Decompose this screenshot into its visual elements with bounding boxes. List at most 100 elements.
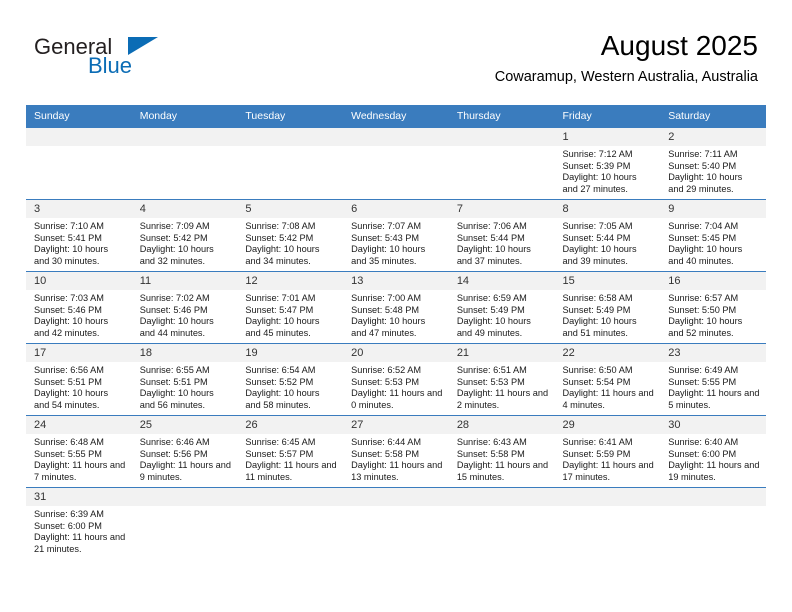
calendar-cell-day[interactable]: 23 Sunrise: 6:49 AM Sunset: 5:55 PM Dayligh… — [660, 343, 766, 416]
calendar-cell-day[interactable]: 18 Sunrise: 6:55 AM Sunset: 5:51 PM Dayligh… — [131, 343, 238, 416]
calendar-cell-day[interactable]: 29 Sunrise: 6:41 AM Sunset: 5:59 PM Dayligh… — [554, 415, 661, 488]
calendar-cell-empty — [554, 487, 661, 560]
sunset-text: Sunset: 5:59 PM — [562, 448, 631, 459]
day-number — [343, 488, 449, 506]
calendar-cell-day[interactable]: 1 Sunrise: 7:12 AM Sunset: 5:39 PM Daylight… — [554, 127, 661, 200]
day-number — [131, 488, 238, 506]
day-number: 2 — [660, 128, 766, 146]
calendar-cell-day[interactable]: 11 Sunrise: 7:02 AM Sunset: 5:46 PM Dayligh… — [131, 271, 238, 344]
sunrise-text: Sunrise: 7:02 AM — [139, 293, 210, 303]
day-details: Sunrise: 6:51 AM Sunset: 5:53 PM Daylight:… — [449, 362, 555, 411]
day-details: Sunrise: 7:03 AM Sunset: 5:46 PM Daylight:… — [26, 290, 132, 339]
calendar-cell-day[interactable]: 8 Sunrise: 7:05 AM Sunset: 5:44 PM Daylight… — [554, 199, 661, 272]
calendar-cell-day[interactable]: 5 Sunrise: 7:08 AM Sunset: 5:42 PM Daylight… — [237, 199, 344, 272]
day-details: Sunrise: 6:41 AM Sunset: 5:59 PM Daylight:… — [555, 434, 661, 483]
sunset-text: Sunset: 5:45 PM — [668, 232, 737, 243]
daylight-text: Daylight: 10 hours and 47 minutes. — [351, 316, 426, 338]
daylight-text: Daylight: 10 hours and 34 minutes. — [245, 244, 320, 266]
day-details: Sunrise: 6:57 AM Sunset: 5:50 PM Daylight:… — [660, 290, 766, 339]
day-number — [343, 128, 449, 146]
calendar-cell-day[interactable]: 4 Sunrise: 7:09 AM Sunset: 5:42 PM Daylight… — [131, 199, 238, 272]
daylight-text: Daylight: 10 hours and 51 minutes. — [562, 316, 637, 338]
daylight-text: Daylight: 10 hours and 37 minutes. — [456, 244, 531, 266]
day-number: 12 — [237, 272, 344, 290]
sunset-text: Sunset: 5:58 PM — [456, 448, 525, 459]
day-details: Sunrise: 7:12 AM Sunset: 5:39 PM Daylight:… — [555, 146, 661, 195]
day-details: Sunrise: 7:10 AM Sunset: 5:41 PM Daylight:… — [26, 218, 132, 267]
calendar-cell-day[interactable]: 7 Sunrise: 7:06 AM Sunset: 5:44 PM Daylight… — [448, 199, 555, 272]
sunrise-text: Sunrise: 7:09 AM — [139, 221, 210, 231]
day-number: 11 — [131, 272, 238, 290]
calendar-cell-day[interactable]: 21 Sunrise: 6:51 AM Sunset: 5:53 PM Dayligh… — [448, 343, 555, 416]
calendar-cell-day[interactable]: 10 Sunrise: 7:03 AM Sunset: 5:46 PM Dayligh… — [26, 271, 132, 344]
daylight-text: Daylight: 11 hours and 21 minutes. — [34, 532, 126, 554]
sunset-text: Sunset: 5:55 PM — [34, 448, 102, 459]
sunset-text: Sunset: 6:00 PM — [34, 520, 102, 531]
calendar-cell-empty — [237, 487, 344, 560]
weekday-header-row: Sunday Monday Tuesday Wednesday Thursday… — [26, 105, 766, 128]
sunset-text: Sunset: 5:39 PM — [562, 160, 631, 171]
day-details: Sunrise: 7:07 AM Sunset: 5:43 PM Daylight:… — [343, 218, 449, 267]
day-details: Sunrise: 6:43 AM Sunset: 5:58 PM Daylight:… — [449, 434, 555, 483]
day-details: Sunrise: 6:58 AM Sunset: 5:49 PM Daylight:… — [555, 290, 661, 339]
weekday-header-sunday: Sunday — [26, 105, 132, 128]
calendar-cell-day[interactable]: 20 Sunrise: 6:52 AM Sunset: 5:53 PM Dayligh… — [343, 343, 449, 416]
daylight-text: Daylight: 11 hours and 2 minutes. — [456, 388, 549, 410]
sunrise-text: Sunrise: 6:56 AM — [34, 365, 104, 375]
calendar-week-row: 1 Sunrise: 7:12 AM Sunset: 5:39 PM Daylight… — [26, 127, 766, 200]
weekday-header-friday: Friday — [554, 105, 661, 128]
calendar-cell-empty — [448, 127, 555, 200]
calendar-cell-day[interactable]: 9 Sunrise: 7:04 AM Sunset: 5:45 PM Daylight… — [660, 199, 766, 272]
day-number: 18 — [131, 344, 238, 362]
daylight-text: Daylight: 11 hours and 17 minutes. — [562, 460, 654, 482]
day-number: 16 — [660, 272, 766, 290]
calendar-cell-day[interactable]: 2 Sunrise: 7:11 AM Sunset: 5:40 PM Daylight… — [660, 127, 766, 200]
calendar-table: Sunday Monday Tuesday Wednesday Thursday… — [26, 105, 766, 560]
calendar-cell-day[interactable]: 14 Sunrise: 6:59 AM Sunset: 5:49 PM Dayligh… — [448, 271, 555, 344]
calendar-cell-day[interactable]: 24 Sunrise: 6:48 AM Sunset: 5:55 PM Dayligh… — [26, 415, 132, 488]
sunset-text: Sunset: 5:50 PM — [668, 304, 737, 315]
calendar-cell-day[interactable]: 19 Sunrise: 6:54 AM Sunset: 5:52 PM Dayligh… — [237, 343, 344, 416]
sunrise-text: Sunrise: 6:58 AM — [562, 293, 633, 303]
daylight-text: Daylight: 10 hours and 42 minutes. — [34, 316, 109, 338]
day-number — [448, 488, 555, 506]
calendar-cell-day[interactable]: 26 Sunrise: 6:45 AM Sunset: 5:57 PM Dayligh… — [237, 415, 344, 488]
day-details: Sunrise: 6:49 AM Sunset: 5:55 PM Daylight:… — [660, 362, 766, 411]
calendar-cell-day[interactable]: 15 Sunrise: 6:58 AM Sunset: 5:49 PM Dayligh… — [554, 271, 661, 344]
calendar-cell-day[interactable]: 22 Sunrise: 6:50 AM Sunset: 5:54 PM Dayligh… — [554, 343, 661, 416]
sunrise-text: Sunrise: 6:49 AM — [668, 365, 739, 375]
calendar-cell-day[interactable]: 3 Sunrise: 7:10 AM Sunset: 5:41 PM Daylight… — [26, 199, 132, 272]
sunset-text: Sunset: 5:54 PM — [562, 376, 631, 387]
daylight-text: Daylight: 10 hours and 39 minutes. — [562, 244, 637, 266]
day-details: Sunrise: 7:01 AM Sunset: 5:47 PM Daylight:… — [237, 290, 343, 339]
calendar-cell-day[interactable]: 30 Sunrise: 6:40 AM Sunset: 6:00 PM Dayligh… — [660, 415, 766, 488]
calendar-cell-day[interactable]: 16 Sunrise: 6:57 AM Sunset: 5:50 PM Dayligh… — [660, 271, 766, 344]
calendar-cell-day[interactable]: 25 Sunrise: 6:46 AM Sunset: 5:56 PM Dayligh… — [131, 415, 238, 488]
day-details: Sunrise: 6:45 AM Sunset: 5:57 PM Daylight:… — [237, 434, 343, 483]
day-number — [448, 128, 555, 146]
sunrise-text: Sunrise: 6:43 AM — [456, 437, 527, 447]
daylight-text: Daylight: 11 hours and 9 minutes. — [139, 460, 231, 482]
calendar-cell-day[interactable]: 6 Sunrise: 7:07 AM Sunset: 5:43 PM Daylight… — [343, 199, 449, 272]
sunset-text: Sunset: 6:00 PM — [668, 448, 737, 459]
calendar-cell-day[interactable]: 27 Sunrise: 6:44 AM Sunset: 5:58 PM Dayligh… — [343, 415, 449, 488]
calendar-week-row: 10 Sunrise: 7:03 AM Sunset: 5:46 PM Dayligh… — [26, 271, 766, 344]
calendar-cell-day[interactable]: 17 Sunrise: 6:56 AM Sunset: 5:51 PM Dayligh… — [26, 343, 132, 416]
page-subtitle: Cowaramup, Western Australia, Australia — [494, 69, 758, 85]
day-number: 3 — [26, 200, 132, 218]
title-block: August 2025 Cowaramup, Western Australia… — [495, 29, 758, 87]
day-details: Sunrise: 7:02 AM Sunset: 5:46 PM Daylight:… — [132, 290, 238, 339]
calendar-cell-day[interactable]: 13 Sunrise: 7:00 AM Sunset: 5:48 PM Dayligh… — [343, 271, 449, 344]
calendar-cell-day[interactable]: 31 Sunrise: 6:39 AM Sunset: 6:00 PM Dayligh… — [26, 487, 132, 560]
daylight-text: Daylight: 11 hours and 11 minutes. — [245, 460, 337, 482]
sunset-text: Sunset: 5:55 PM — [668, 376, 737, 387]
daylight-text: Daylight: 10 hours and 30 minutes. — [34, 244, 109, 266]
calendar-cell-day[interactable]: 12 Sunrise: 7:01 AM Sunset: 5:47 PM Dayligh… — [237, 271, 344, 344]
day-number — [237, 128, 344, 146]
calendar-cell-day[interactable]: 28 Sunrise: 6:43 AM Sunset: 5:58 PM Dayligh… — [448, 415, 555, 488]
sunrise-text: Sunrise: 6:48 AM — [34, 437, 104, 447]
day-number: 4 — [131, 200, 238, 218]
sunrise-text: Sunrise: 6:45 AM — [245, 437, 316, 447]
sunrise-text: Sunrise: 7:10 AM — [34, 221, 104, 231]
day-number — [26, 128, 132, 146]
